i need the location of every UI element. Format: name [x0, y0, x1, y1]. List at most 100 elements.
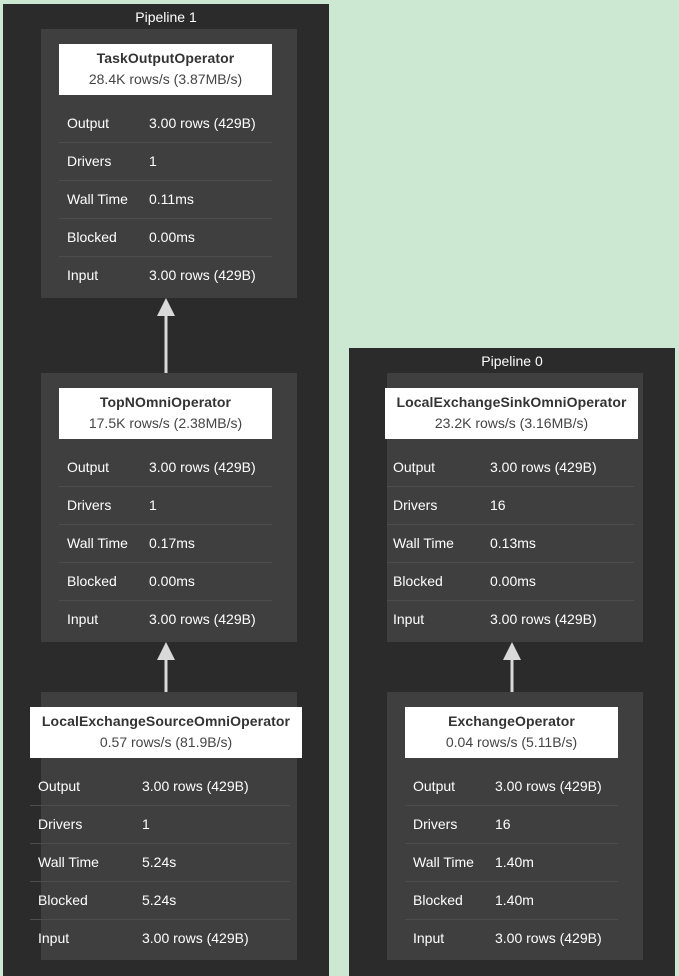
stat-label: Drivers	[67, 153, 112, 169]
stat-row-blocked: Blocked 0.00ms	[387, 562, 634, 601]
pipeline-0: Pipeline 0 LocalExchangeSinkOmniOperator…	[349, 348, 675, 976]
stat-row-blocked: Blocked 0.00ms	[59, 218, 272, 257]
stat-row-wall-time: Wall Time 0.11ms	[59, 180, 272, 219]
operator-header: TopNOmniOperator 17.5K rows/s (2.38MB/s)	[59, 388, 272, 439]
stat-value: 5.24s	[142, 854, 177, 870]
operator-name: LocalExchangeSinkOmniOperator	[396, 394, 627, 410]
stat-value: 3.00 rows (429B)	[149, 611, 256, 627]
stat-row-drivers: Drivers 16	[405, 805, 618, 844]
stat-value: 0.11ms	[149, 191, 194, 207]
operator-header: TaskOutputOperator 28.4K rows/s (3.87MB/…	[59, 44, 272, 95]
stat-row-wall-time: Wall Time 5.24s	[30, 843, 290, 882]
pipeline-title: Pipeline 1	[135, 9, 197, 25]
stat-label: Input	[38, 930, 70, 946]
stat-value: 5.24s	[142, 892, 177, 908]
stat-label: Output	[67, 459, 110, 475]
stat-value: 1	[149, 497, 157, 513]
stat-value: 1	[149, 153, 157, 169]
stat-label: Output	[413, 778, 456, 794]
stat-label: Blocked	[413, 892, 463, 908]
stat-label: Blocked	[67, 229, 117, 245]
stat-row-drivers: Drivers 16	[387, 486, 634, 525]
stat-value: 0.00ms	[149, 229, 195, 245]
stat-label: Wall Time	[67, 535, 128, 551]
stat-label: Blocked	[393, 573, 443, 589]
stat-label: Input	[67, 611, 99, 627]
operator-node-local-exchange-sink[interactable]: LocalExchangeSinkOmniOperator 23.2K rows…	[385, 373, 643, 642]
operator-name: TaskOutputOperator	[96, 50, 235, 66]
operator-header: LocalExchangeSourceOmniOperator 0.57 row…	[30, 707, 302, 758]
stat-value: 3.00 rows (429B)	[142, 778, 249, 794]
stat-value: 3.00 rows (429B)	[490, 459, 597, 475]
stat-label: Output	[393, 459, 436, 475]
stat-value: 3.00 rows (429B)	[149, 267, 256, 283]
stat-row-input: Input 3.00 rows (429B)	[30, 919, 290, 957]
operator-header: ExchangeOperator 0.04 rows/s (5.11B/s)	[405, 707, 618, 758]
stat-label: Drivers	[67, 497, 112, 513]
stat-label: Output	[67, 115, 110, 131]
stat-value: 3.00 rows (429B)	[149, 115, 256, 131]
stat-row-drivers: Drivers 1	[30, 805, 290, 844]
stat-value: 3.00 rows (429B)	[142, 930, 249, 946]
operator-name: ExchangeOperator	[448, 713, 575, 729]
stat-label: Input	[413, 930, 445, 946]
stat-value: 3.00 rows (429B)	[149, 459, 256, 475]
stat-label: Input	[393, 611, 425, 627]
pipeline-title: Pipeline 0	[481, 353, 543, 369]
stat-row-input: Input 3.00 rows (429B)	[405, 919, 618, 957]
operator-node-exchange[interactable]: ExchangeOperator 0.04 rows/s (5.11B/s) O…	[387, 692, 643, 960]
stat-label: Drivers	[413, 816, 458, 832]
stat-row-wall-time: Wall Time 1.40m	[405, 843, 618, 882]
stat-row-drivers: Drivers 1	[59, 142, 272, 181]
stat-value: 1.40m	[495, 892, 534, 908]
stat-value: 3.00 rows (429B)	[495, 778, 602, 794]
operator-rate: 28.4K rows/s (3.87MB/s)	[88, 71, 243, 87]
operator-header: LocalExchangeSinkOmniOperator 23.2K rows…	[385, 388, 638, 439]
stat-row-input: Input 3.00 rows (429B)	[59, 256, 272, 294]
stat-row-drivers: Drivers 1	[59, 486, 272, 525]
stat-label: Wall Time	[393, 535, 454, 551]
operator-name: LocalExchangeSourceOmniOperator	[41, 713, 291, 729]
stat-value: 0.00ms	[149, 573, 195, 589]
pipeline-1: Pipeline 1 TaskOutputOperator 28.4K rows…	[3, 4, 329, 976]
operator-node-topn[interactable]: TopNOmniOperator 17.5K rows/s (2.38MB/s)…	[41, 373, 297, 642]
flow-arrow	[157, 298, 175, 374]
stat-label: Output	[38, 778, 81, 794]
stat-label: Wall Time	[38, 854, 99, 870]
stat-value: 1	[142, 816, 150, 832]
stat-label: Blocked	[38, 892, 88, 908]
stat-label: Drivers	[393, 497, 438, 513]
operator-node-local-exchange-source[interactable]: LocalExchangeSourceOmniOperator 0.57 row…	[30, 692, 302, 960]
stat-row-blocked: Blocked 0.00ms	[59, 562, 272, 601]
stat-row-output: Output 3.00 rows (429B)	[405, 767, 618, 806]
operator-rate: 0.57 rows/s (81.9B/s)	[99, 734, 233, 750]
operator-rate: 0.04 rows/s (5.11B/s)	[445, 734, 578, 750]
operator-node-task-output[interactable]: TaskOutputOperator 28.4K rows/s (3.87MB/…	[41, 29, 297, 298]
operator-rate: 17.5K rows/s (2.38MB/s)	[88, 415, 243, 431]
stat-row-output: Output 3.00 rows (429B)	[59, 448, 272, 487]
stat-row-blocked: Blocked 5.24s	[30, 881, 290, 920]
stat-value: 1.40m	[495, 854, 534, 870]
flow-arrow	[503, 642, 521, 694]
stat-row-output: Output 3.00 rows (429B)	[59, 104, 272, 143]
stat-row-input: Input 3.00 rows (429B)	[387, 600, 634, 638]
stat-label: Wall Time	[413, 854, 474, 870]
stat-row-input: Input 3.00 rows (429B)	[59, 600, 272, 638]
operator-rate: 23.2K rows/s (3.16MB/s)	[434, 415, 589, 431]
stat-row-wall-time: Wall Time 0.13ms	[387, 524, 634, 563]
operator-name: TopNOmniOperator	[99, 394, 232, 410]
stat-label: Blocked	[67, 573, 117, 589]
stat-value: 0.13ms	[490, 535, 536, 551]
stat-value: 16	[490, 497, 506, 513]
stat-value: 3.00 rows (429B)	[490, 611, 597, 627]
stat-value: 0.00ms	[490, 573, 536, 589]
stat-value: 16	[495, 816, 511, 832]
stat-row-output: Output 3.00 rows (429B)	[387, 448, 634, 487]
stat-row-blocked: Blocked 1.40m	[405, 881, 618, 920]
stat-label: Wall Time	[67, 191, 128, 207]
stat-label: Input	[67, 267, 99, 283]
stat-row-output: Output 3.00 rows (429B)	[30, 767, 290, 806]
flow-arrow	[157, 642, 175, 694]
stat-value: 0.17ms	[149, 535, 195, 551]
stat-value: 3.00 rows (429B)	[495, 930, 602, 946]
